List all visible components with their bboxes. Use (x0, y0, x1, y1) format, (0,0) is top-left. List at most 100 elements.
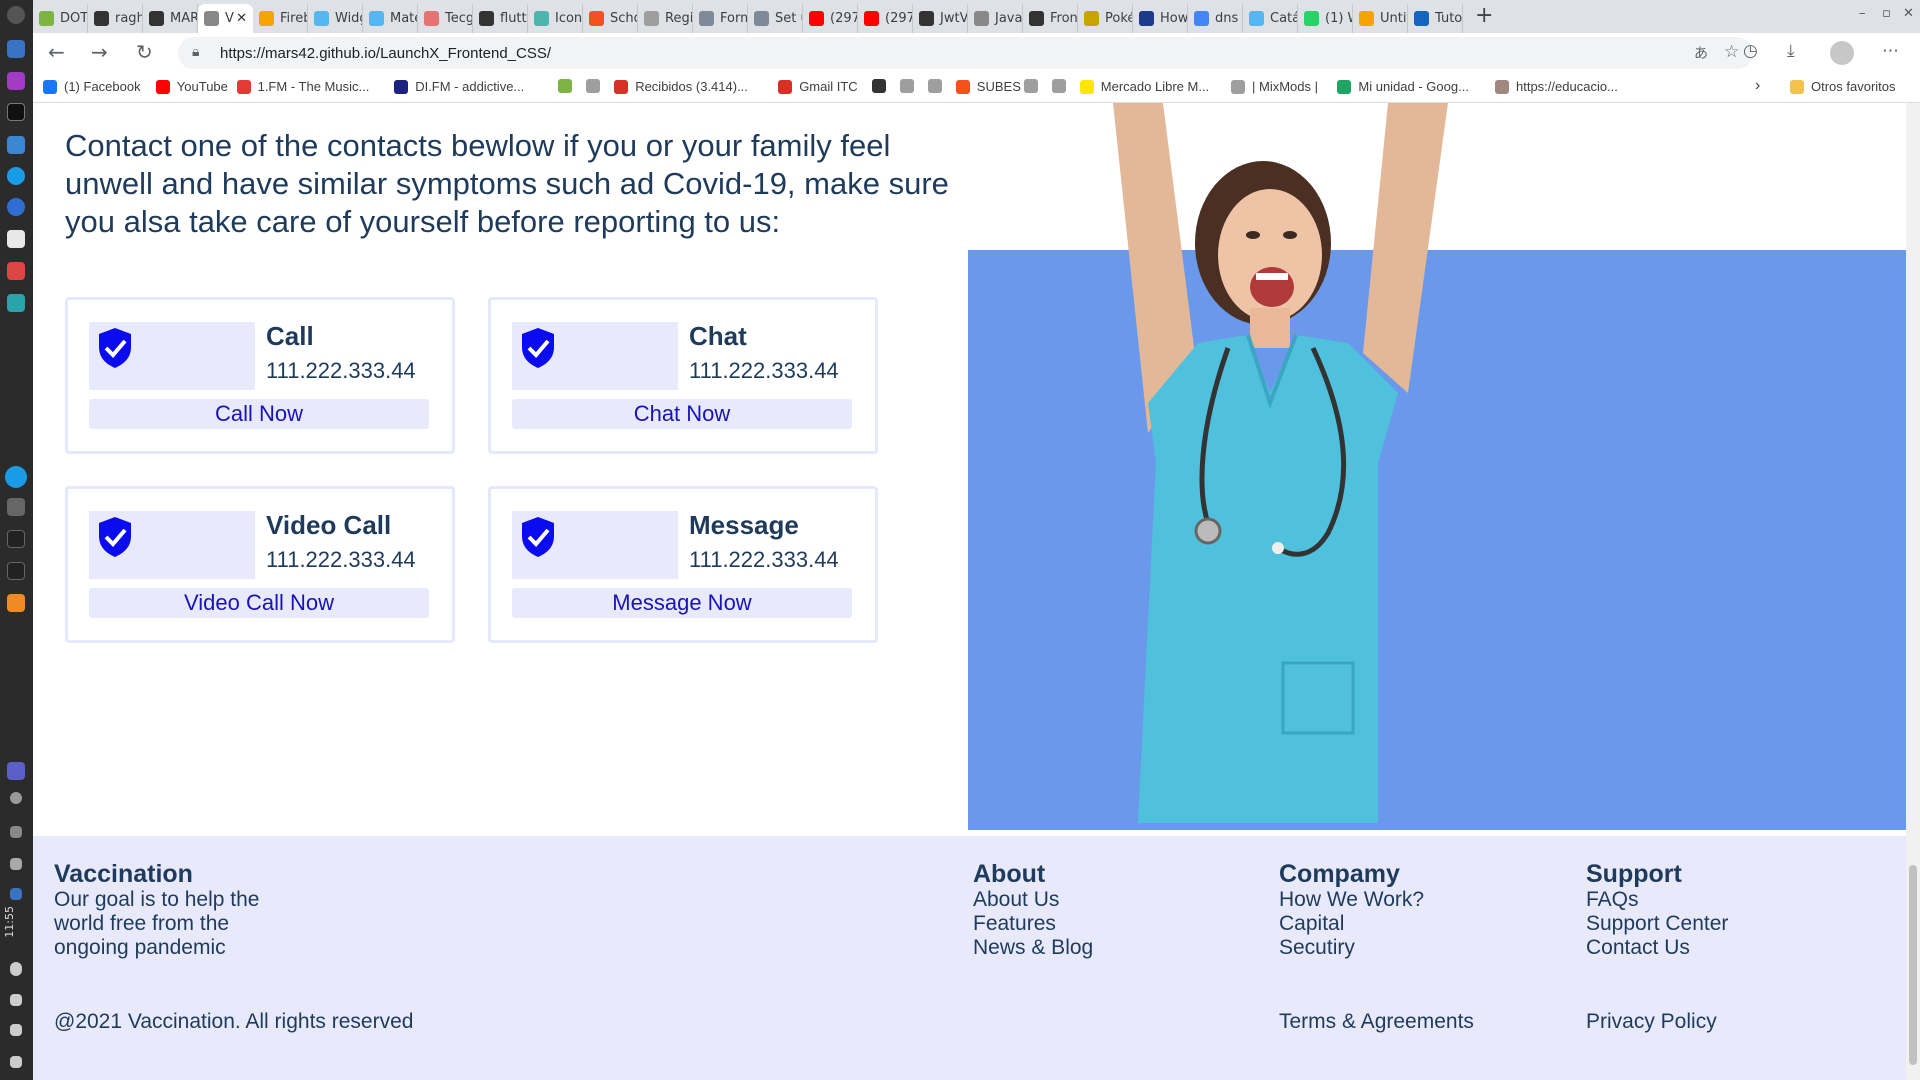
app-icon[interactable] (7, 262, 25, 280)
reload-icon[interactable]: ↻ (136, 40, 153, 64)
footer-link-terms[interactable]: Terms & Agreements (1279, 1010, 1474, 1034)
browser-tab[interactable]: DOTW (33, 4, 88, 33)
bookmark-item[interactable] (899, 79, 921, 93)
browser-tab[interactable]: Form (693, 4, 748, 33)
app-icon[interactable] (7, 230, 25, 248)
footer-link-security[interactable]: Secutiry (1279, 936, 1355, 960)
lock-icon[interactable]: 🔒︎ (192, 44, 199, 60)
system-menu-icon[interactable] (7, 6, 25, 24)
footer-link-about-us[interactable]: About Us (973, 888, 1059, 912)
browser-tab[interactable]: JwtV (913, 4, 968, 33)
app-icon[interactable] (7, 72, 25, 90)
app-icon[interactable] (7, 40, 25, 58)
profile-avatar[interactable] (1830, 41, 1854, 65)
downloads-icon[interactable]: ⤓ (1787, 41, 1795, 61)
browser-tab[interactable]: Untit (1353, 4, 1408, 33)
terminal-icon[interactable] (7, 530, 25, 548)
app-icon[interactable] (7, 294, 25, 312)
shield-icon[interactable] (10, 1024, 22, 1036)
footer-link-faqs[interactable]: FAQs (1586, 888, 1639, 912)
clipboard-icon[interactable] (10, 826, 22, 838)
browser-tab[interactable]: (297) (858, 4, 913, 33)
bookmark-item[interactable]: YouTube (155, 79, 228, 94)
browser-tab[interactable]: (1) W (1298, 4, 1353, 33)
app-icon[interactable] (7, 594, 25, 612)
browser-tab[interactable]: Scho (583, 4, 638, 33)
more-menu-icon[interactable]: ⋯ (1882, 41, 1899, 61)
bookmark-item[interactable]: SUBES (955, 79, 1021, 94)
browser-tab[interactable]: Fron (1023, 4, 1078, 33)
forward-icon[interactable]: → (91, 40, 108, 64)
bookmark-item[interactable] (927, 79, 949, 93)
page-scrollbar[interactable] (1906, 103, 1920, 1080)
edge-icon[interactable] (5, 466, 27, 488)
browser-icon[interactable] (7, 167, 25, 185)
chat-now-button[interactable]: Chat Now (512, 399, 852, 429)
bookmark-item[interactable]: https://educacio... (1495, 79, 1618, 94)
browser-tab[interactable]: ragh (88, 4, 143, 33)
translate-icon[interactable]: あ (1694, 43, 1708, 63)
bookmark-item[interactable] (871, 79, 893, 93)
browser-tab[interactable]: Icons (528, 4, 583, 33)
footer-link-how-we-work[interactable]: How We Work? (1279, 888, 1424, 912)
browser-tab[interactable]: Widg (308, 4, 363, 33)
browser-tab[interactable]: Set u (748, 4, 803, 33)
footer-link-privacy[interactable]: Privacy Policy (1586, 1010, 1717, 1034)
footer-link-capital[interactable]: Capital (1279, 912, 1344, 936)
close-tab-icon[interactable]: ✕ (236, 11, 247, 26)
teams-icon[interactable] (7, 762, 25, 780)
bookmark-item[interactable]: Recibidos (3.414)... (614, 79, 748, 94)
browser-tab[interactable]: dns s (1188, 4, 1243, 33)
footer-link-news-blog[interactable]: News & Blog (973, 936, 1093, 960)
message-now-button[interactable]: Message Now (512, 588, 852, 618)
bookmark-item[interactable]: (1) Facebook (43, 79, 141, 94)
battery-icon[interactable] (10, 994, 22, 1006)
browser-tab[interactable]: (297) (803, 4, 858, 33)
video-call-now-button[interactable]: Video Call Now (89, 588, 429, 618)
browser-tab[interactable]: Catá (1243, 4, 1298, 33)
maximize-icon[interactable]: ▫ (1882, 6, 1891, 21)
bookmark-item[interactable]: Mercado Libre M... (1079, 79, 1209, 94)
browser-tab[interactable]: Poké (1078, 4, 1133, 33)
bookmark-item[interactable] (586, 79, 607, 93)
app-icon[interactable] (7, 498, 25, 516)
terminal-icon[interactable] (7, 562, 25, 580)
back-icon[interactable]: ← (48, 40, 65, 64)
other-bookmarks[interactable]: Otros favoritos (1790, 79, 1896, 94)
volume-icon[interactable] (10, 858, 22, 870)
address-bar[interactable]: 🔒︎ https://mars42.github.io/LaunchX_Fron… (178, 37, 1753, 69)
history-icon[interactable]: ◷ (1743, 41, 1758, 61)
browser-tab[interactable]: V ✕ (198, 4, 253, 33)
files-icon[interactable] (7, 136, 25, 154)
browser-tab[interactable]: Tecg (418, 4, 473, 33)
bookmark-item[interactable]: Gmail ITC (778, 79, 858, 94)
browser-tab[interactable]: MAR (143, 4, 198, 33)
bookmarks-overflow-icon[interactable]: › (1755, 77, 1760, 95)
bookmark-item[interactable] (1051, 79, 1073, 93)
browser-tab[interactable]: How (1133, 4, 1188, 33)
bookmark-item[interactable]: DI.FM - addictive... (394, 79, 524, 94)
bookmark-item[interactable]: Mi unidad - Goog... (1337, 79, 1469, 94)
bookmark-item[interactable] (558, 79, 579, 93)
terminal-icon[interactable] (7, 103, 25, 121)
bell-icon[interactable] (10, 792, 22, 804)
browser-tab[interactable]: flutt (473, 4, 528, 33)
app-icon[interactable] (10, 888, 22, 900)
show-desktop-icon[interactable] (10, 1056, 22, 1068)
new-tab-icon[interactable]: + (1475, 3, 1493, 28)
bookmark-item[interactable] (1023, 79, 1045, 93)
footer-link-features[interactable]: Features (973, 912, 1056, 936)
url-text[interactable]: https://mars42.github.io/LaunchX_Fronten… (220, 45, 551, 62)
bluetooth-icon[interactable] (10, 962, 22, 976)
bookmark-item[interactable]: 1.FM - The Music... (236, 79, 369, 94)
footer-link-contact-us[interactable]: Contact Us (1586, 936, 1690, 960)
browser-tab[interactable]: Tuto (1408, 4, 1463, 33)
bookmark-item[interactable]: | MixMods | (1231, 79, 1318, 94)
footer-link-support-center[interactable]: Support Center (1586, 912, 1728, 936)
favorite-star-icon[interactable]: ☆ (1724, 42, 1739, 62)
minimize-icon[interactable]: – (1859, 6, 1866, 21)
browser-tab[interactable]: Fireb (253, 4, 308, 33)
call-now-button[interactable]: Call Now (89, 399, 429, 429)
scrollbar-thumb[interactable] (1909, 865, 1917, 1065)
browser-tab[interactable]: Java (968, 4, 1023, 33)
